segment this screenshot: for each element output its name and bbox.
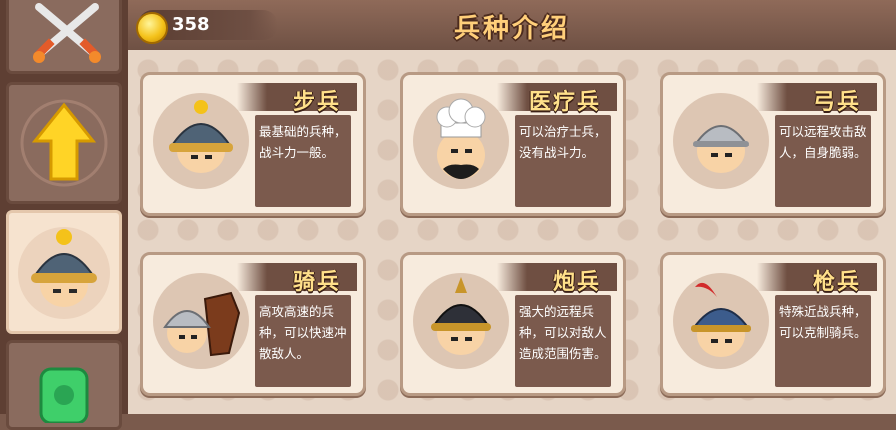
unit-card-archer[interactable]: 弓兵 可以远程攻击敌人，自身脆弱。 xyxy=(660,72,886,216)
archer-helmet-icon xyxy=(693,125,749,173)
soldier-helmet-icon xyxy=(18,227,110,319)
unit-name: 医疗兵 xyxy=(528,90,601,115)
coin-icon xyxy=(136,12,168,44)
header-bar: 兵种介绍 xyxy=(128,0,896,53)
page-title: 兵种介绍 xyxy=(453,14,570,44)
unit-description: 高攻高速的兵种，可以快速冲散敌人。 xyxy=(259,304,347,361)
unit-description: 强大的远程兵种，可以对敌人造成范围伤害。 xyxy=(519,304,607,361)
tab-battle[interactable] xyxy=(6,0,122,74)
unit-name: 步兵 xyxy=(292,90,341,115)
unit-card-cavalry[interactable]: 骑兵 高攻高速的兵种，可以快速冲散敌人。 xyxy=(140,252,366,396)
unit-card-medic[interactable]: 医疗兵 可以治疗士兵，没有战斗力。 xyxy=(400,72,626,216)
spearman-helmet-icon xyxy=(691,282,751,357)
unit-description: 可以治疗士兵，没有战斗力。 xyxy=(519,124,607,160)
tab-upgrade[interactable] xyxy=(6,82,122,204)
up-arrow-icon xyxy=(20,99,108,187)
cavalry-horse-icon xyxy=(163,291,241,357)
sidebar xyxy=(0,0,128,430)
coin-count: 358 xyxy=(172,14,210,35)
unit-name: 枪兵 xyxy=(812,270,861,295)
tab-troops[interactable] xyxy=(6,210,122,334)
chef-medic-icon xyxy=(436,98,486,179)
unit-name: 炮兵 xyxy=(552,270,601,295)
unit-card-spearman[interactable]: 枪兵 特殊近战兵种，可以克制骑兵。 xyxy=(660,252,886,396)
tab-gem[interactable] xyxy=(6,340,122,430)
unit-name: 弓兵 xyxy=(812,90,861,115)
unit-description: 特殊近战兵种，可以克制骑兵。 xyxy=(779,304,867,340)
crossed-swords-icon xyxy=(33,3,101,63)
infantry-helmet-icon xyxy=(169,100,233,173)
jade-token-icon xyxy=(39,367,89,423)
artillery-helmet-icon xyxy=(431,277,491,355)
unit-description: 最基础的兵种，战斗力一般。 xyxy=(259,124,347,160)
unit-description: 可以远程攻击敌人，自身脆弱。 xyxy=(779,124,867,160)
unit-name: 骑兵 xyxy=(292,270,341,295)
unit-card-artillery[interactable]: 炮兵 强大的远程兵种，可以对敌人造成范围伤害。 xyxy=(400,252,626,396)
unit-card-infantry[interactable]: 步兵 最基础的兵种，战斗力一般。 xyxy=(140,72,366,216)
